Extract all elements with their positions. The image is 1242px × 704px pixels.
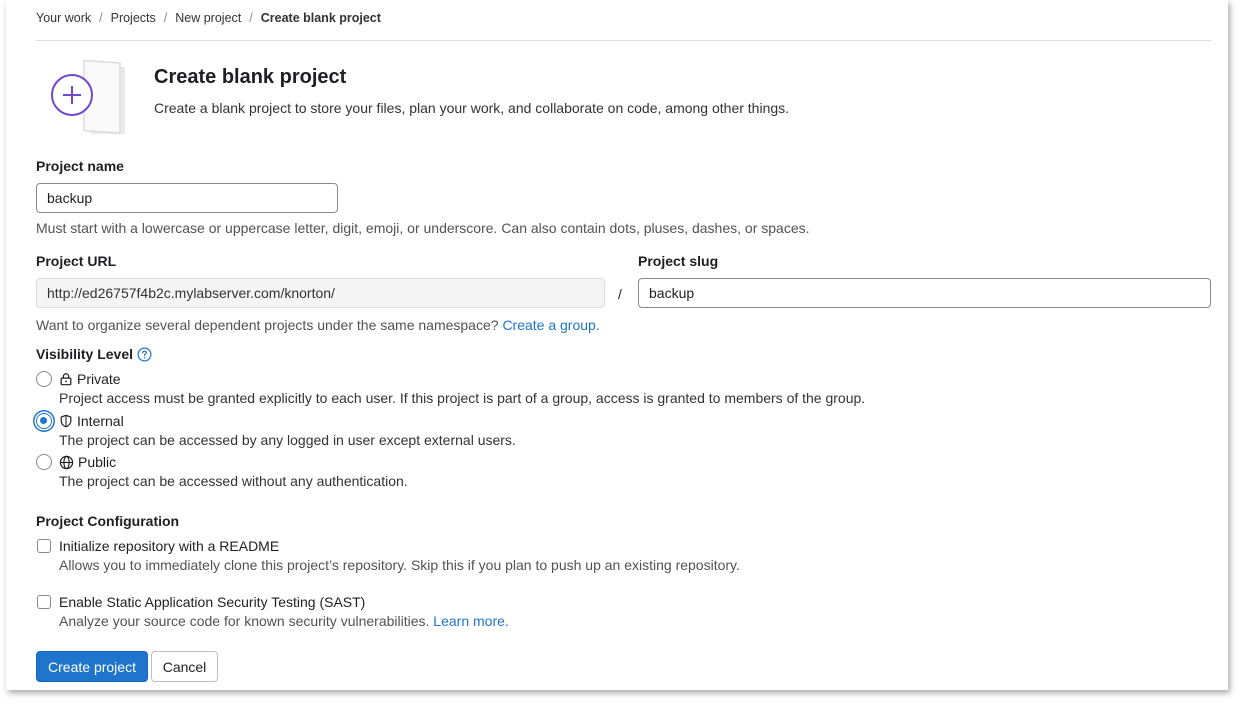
breadcrumb-separator: / [163, 11, 168, 25]
breadcrumb-projects[interactable]: Projects [111, 11, 156, 25]
breadcrumb-your-work[interactable]: Your work [36, 11, 91, 25]
visibility-internal-radio[interactable] [36, 413, 52, 429]
sast-description: Analyze your source code for known secur… [59, 613, 509, 629]
public-option-text: Public [78, 454, 117, 470]
project-url-input[interactable] [36, 278, 605, 308]
create-project-button[interactable]: Create project [36, 651, 148, 682]
project-configuration-label: Project Configuration [36, 513, 180, 529]
globe-icon [59, 455, 74, 469]
create-group-link[interactable]: Create a group. [502, 317, 599, 333]
breadcrumb-current[interactable]: Create blank project [261, 11, 381, 25]
visibility-public-radio[interactable] [36, 454, 52, 470]
visibility-level-text: Visibility Level [36, 346, 134, 362]
page-title: Create blank project [154, 66, 347, 88]
project-url-label: Project URL [36, 253, 117, 269]
cancel-button[interactable]: Cancel [151, 651, 218, 682]
lock-icon [60, 373, 72, 386]
shield-icon [60, 414, 72, 428]
visibility-internal-label[interactable]: Internal [59, 413, 124, 429]
namespace-help-text: Want to organize several dependent proje… [36, 317, 499, 333]
readme-checkbox[interactable] [37, 539, 51, 553]
visibility-level-label: Visibility Level [36, 346, 152, 362]
sast-description-text: Analyze your source code for known secur… [59, 613, 430, 629]
visibility-public-label[interactable]: Public [59, 454, 116, 470]
breadcrumb: Your work / Projects / New project / Cre… [36, 11, 381, 25]
project-name-input[interactable] [36, 183, 338, 213]
sast-label[interactable]: Enable Static Application Security Testi… [59, 594, 365, 610]
project-name-help: Must start with a lowercase or uppercase… [36, 220, 810, 236]
visibility-private-radio[interactable] [36, 371, 52, 387]
breadcrumb-separator: / [249, 11, 253, 25]
namespace-help: Want to organize several dependent proje… [36, 317, 600, 333]
private-option-text: Private [77, 371, 121, 387]
readme-label[interactable]: Initialize repository with a README [59, 538, 279, 554]
page-description: Create a blank project to store your fil… [154, 100, 790, 116]
breadcrumb-separator: / [99, 11, 103, 25]
question-circle-icon[interactable] [137, 347, 152, 362]
url-slug-separator: / [618, 286, 622, 302]
public-description: The project can be accessed without any … [59, 473, 408, 489]
breadcrumb-new-project[interactable]: New project [175, 11, 241, 25]
visibility-private-label[interactable]: Private [59, 371, 121, 387]
divider [36, 40, 1211, 41]
private-description: Project access must be granted explicitl… [59, 390, 866, 406]
readme-description: Allows you to immediately clone this pro… [59, 557, 740, 573]
project-slug-input[interactable] [638, 278, 1211, 308]
internal-option-text: Internal [77, 413, 124, 429]
internal-description: The project can be accessed by any logge… [59, 432, 516, 448]
project-name-label: Project name [36, 158, 124, 174]
learn-more-link[interactable]: Learn more. [433, 613, 508, 629]
sast-checkbox[interactable] [37, 595, 51, 609]
blank-project-illustration [48, 56, 130, 139]
project-slug-label: Project slug [638, 253, 719, 269]
